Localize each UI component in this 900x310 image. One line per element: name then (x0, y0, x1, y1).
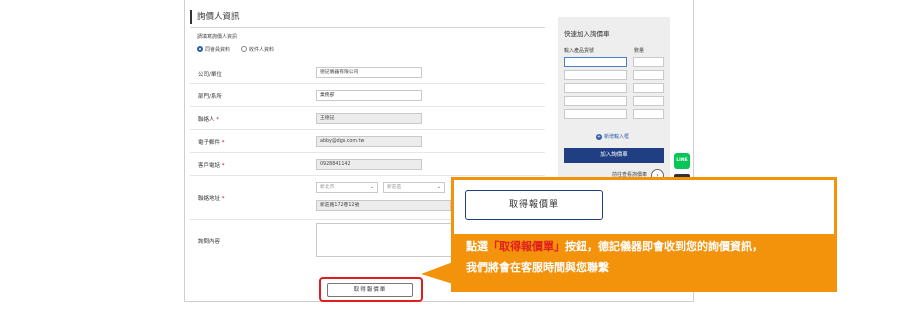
divider (190, 27, 545, 28)
qty-input[interactable] (633, 83, 664, 93)
city-select[interactable]: 新北市 ⌄ (316, 182, 378, 193)
contact-label-text: 聯絡人 (198, 117, 215, 123)
callout-message: 點選「取得報價單」按鈕，德記儀器即會收到您的詢價資訊， 我們將會在客服時間與您聯… (466, 236, 826, 278)
plus-icon: + (596, 134, 602, 140)
callout-line-1: 點選「取得報價單」按鈕，德記儀器即會收到您的詢價資訊， (466, 236, 826, 257)
callout-line1-suffix: 按鈕，德記儀器即會收到您的詢價資訊， (565, 240, 763, 253)
callout-line1-prefix: 點選 (466, 240, 488, 253)
address-label-text: 聯絡地址 (198, 196, 221, 202)
model-input[interactable] (564, 109, 627, 119)
required-mark: * (221, 163, 225, 169)
email-label-text: 電子郵件 (198, 140, 221, 146)
callout-highlight: 「取得報價單」 (488, 240, 565, 253)
model-input[interactable] (564, 70, 627, 80)
callout-line-2: 我們將會在客服時間與您聯繫 (466, 261, 609, 274)
quick-cart-title: 快速加入詢價車 (564, 30, 610, 38)
email-field[interactable]: abby@dgs.com.tw (316, 136, 422, 147)
section-title: 詢價人資訊 (190, 10, 240, 24)
qty-input[interactable] (633, 109, 664, 119)
contact-field[interactable]: 王德記 (316, 113, 422, 124)
qty-input[interactable] (633, 96, 664, 106)
street-field[interactable]: 新莊路172巷12號 (316, 200, 451, 211)
radio-member-label: 同會員資料 (205, 47, 231, 53)
radio-recipient-label: 收件人資料 (249, 47, 275, 53)
chevron-down-icon: ⌄ (436, 184, 441, 190)
form-subtitle: 請填寫詢價人資訊 (197, 34, 238, 40)
radio-member-data[interactable] (197, 46, 203, 52)
qty-input[interactable] (633, 70, 664, 80)
address-label: 聯絡地址 * (198, 194, 225, 202)
add-to-inquiry-cart-button[interactable]: 加入詢價車 (564, 148, 664, 163)
chevron-down-icon: ⌄ (369, 184, 374, 190)
phone-label: 客戶電話 * (198, 161, 225, 169)
line-icon[interactable]: LINE (674, 153, 690, 169)
contact-label: 聯絡人 * (198, 115, 219, 123)
callout-get-quote-button: 取得報價單 (465, 190, 603, 220)
district-select[interactable]: 新莊區 ⌄ (383, 182, 445, 193)
get-quote-button[interactable]: 取得報價單 (327, 283, 413, 297)
department-label: 部門/系所 (198, 94, 222, 100)
district-value: 新莊區 (387, 185, 402, 190)
required-mark: * (216, 117, 220, 123)
required-mark: * (221, 140, 225, 146)
notes-textarea[interactable] (316, 223, 454, 257)
city-value: 新北市 (320, 185, 335, 190)
model-column-header: 輸入產品貨號 (564, 48, 595, 54)
company-field[interactable]: 德記儀器有限公司 (316, 67, 422, 78)
phone-label-text: 客戶電話 (198, 163, 221, 169)
model-input[interactable] (564, 96, 627, 106)
add-input-label: 新增輸入框 (604, 134, 630, 140)
model-input[interactable] (564, 83, 627, 93)
phone-field[interactable]: 0928841142 (316, 159, 422, 170)
qty-input[interactable] (633, 57, 664, 67)
qty-column-header: 數量 (634, 48, 645, 54)
email-label: 電子郵件 * (198, 138, 225, 146)
required-mark: * (221, 196, 225, 202)
radio-recipient-data[interactable] (241, 46, 247, 52)
add-input-link[interactable]: + 新增輸入框 (596, 133, 629, 140)
model-input[interactable] (564, 57, 627, 67)
notes-label: 詢問內容 (198, 239, 221, 245)
department-field[interactable]: 業務部 (316, 90, 422, 101)
callout-pointer (421, 262, 453, 284)
company-label: 公司/單位 (198, 72, 222, 78)
